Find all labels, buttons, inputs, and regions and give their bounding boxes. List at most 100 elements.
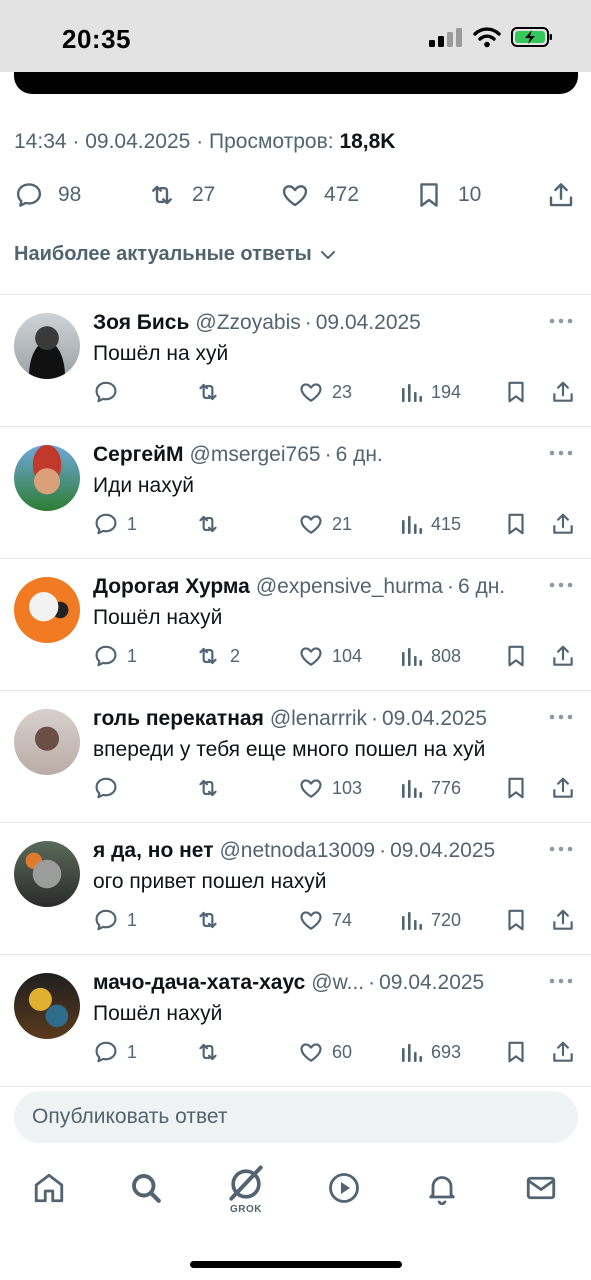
reply-share-button[interactable] <box>550 1037 576 1067</box>
reply-item[interactable]: Дорогая Хурма @expensive_hurma · 6 дн. П… <box>0 559 591 690</box>
reply-views-button[interactable]: 808 <box>401 641 461 671</box>
reply-item[interactable]: мачо-дача-хата-хаус @w... · 09.04.2025 П… <box>0 955 591 1086</box>
reply-repost-button[interactable] <box>194 509 230 539</box>
bookmark-icon <box>503 1039 529 1065</box>
reply-like-button[interactable]: 60 <box>298 1037 352 1067</box>
nav-notifications[interactable] <box>412 1170 472 1226</box>
post-views-label: Просмотров: <box>209 130 334 153</box>
reply-author-handle[interactable]: @Zzoyabis <box>195 311 300 335</box>
reply-repost-button[interactable]: 2 <box>194 641 240 671</box>
reply-text: ого привет пошел нахуй <box>93 870 327 893</box>
sort-label: Наиболее актуальные ответы <box>14 243 312 265</box>
reply-bookmark-button[interactable] <box>503 377 529 407</box>
reply-reply-button[interactable]: 1 <box>93 905 137 935</box>
reply-author-name[interactable]: я да, но нет <box>93 839 213 863</box>
reply-like-button[interactable]: 103 <box>298 773 362 803</box>
reply-repost-button[interactable] <box>194 773 230 803</box>
reply-bookmark-button[interactable] <box>503 509 529 539</box>
reply-reply-button[interactable]: 1 <box>93 641 137 671</box>
reply-author-name[interactable]: мачо-дача-хата-хаус <box>93 971 305 995</box>
reply-like-button[interactable]: 74 <box>298 905 352 935</box>
reply-views-button[interactable]: 720 <box>401 905 461 935</box>
reply-more-button[interactable] <box>549 317 573 325</box>
reply-author-name[interactable]: голь перекатная <box>93 707 264 731</box>
reply-item[interactable]: я да, но нет @netnoda13009 · 09.04.2025 … <box>0 823 591 954</box>
reply-reply-button[interactable] <box>93 377 127 407</box>
nav-home[interactable] <box>19 1170 79 1226</box>
reply-like-button[interactable]: 23 <box>298 377 352 407</box>
bookmark-icon <box>414 180 444 210</box>
reply-views-button[interactable]: 693 <box>401 1037 461 1067</box>
reply-like-button[interactable]: 104 <box>298 641 362 671</box>
reply-bookmark-button[interactable] <box>503 1037 529 1067</box>
reply-author-name[interactable]: Дорогая Хурма <box>93 575 250 599</box>
sort-dropdown[interactable]: Наиболее актуальные ответы <box>14 243 338 266</box>
post-like-button[interactable]: 472 <box>280 174 359 216</box>
reply-item[interactable]: голь перекатная @lenarrrik · 09.04.2025 … <box>0 691 591 822</box>
nav-grok-label: GROK <box>230 1204 262 1215</box>
reply-item[interactable]: Зоя Бись @Zzoyabis · 09.04.2025 Пошёл на… <box>0 295 591 426</box>
avatar[interactable] <box>14 973 80 1039</box>
heart-icon <box>298 643 324 669</box>
reply-author-handle[interactable]: @w... <box>311 971 364 995</box>
reply-bookmark-button[interactable] <box>503 773 529 803</box>
reply-repost-button[interactable] <box>194 1037 230 1067</box>
reply-author-handle[interactable]: @expensive_hurma <box>256 575 443 599</box>
post-bookmark-button[interactable]: 10 <box>414 174 481 216</box>
separator-dot: · <box>379 839 387 862</box>
reply-reply-button[interactable] <box>93 773 127 803</box>
nav-video[interactable] <box>314 1170 374 1226</box>
reply-author-handle[interactable]: @msergei765 <box>190 443 321 467</box>
post-reply-button[interactable]: 98 <box>14 174 81 216</box>
reply-author-handle[interactable]: @netnoda13009 <box>219 839 375 863</box>
reply-more-button[interactable] <box>549 977 573 985</box>
reply-reply-button[interactable]: 1 <box>93 509 137 539</box>
reply-share-button[interactable] <box>550 509 576 539</box>
bookmark-icon <box>503 907 529 933</box>
reply-share-button[interactable] <box>550 377 576 407</box>
reply-more-button[interactable] <box>549 713 573 721</box>
reply-share-button[interactable] <box>550 773 576 803</box>
reply-author-name[interactable]: СергейМ <box>93 443 184 467</box>
media-preview[interactable] <box>14 72 578 94</box>
reply-bookmark-button[interactable] <box>503 641 529 671</box>
reply-reply-button[interactable]: 1 <box>93 1037 137 1067</box>
avatar[interactable] <box>14 313 80 379</box>
avatar[interactable] <box>14 709 80 775</box>
reply-like-count: 21 <box>332 513 353 534</box>
battery-charging-icon <box>511 26 553 48</box>
reply-views-button[interactable]: 194 <box>401 377 461 407</box>
avatar[interactable] <box>14 841 80 907</box>
nav-search[interactable] <box>116 1170 176 1226</box>
reply-date: 09.04.2025 <box>390 839 496 862</box>
post-share-button[interactable] <box>546 174 576 216</box>
cellular-signal-icon <box>429 27 463 47</box>
nav-messages[interactable] <box>511 1170 571 1226</box>
reply-views-button[interactable]: 776 <box>401 773 461 803</box>
reply-views-button[interactable]: 415 <box>401 509 461 539</box>
reply-item[interactable]: СергейМ @msergei765 · 6 дн. Иди нахуй 1 <box>0 427 591 558</box>
bar-chart-icon <box>401 644 423 668</box>
nav-grok[interactable]: GROK <box>216 1162 276 1218</box>
reply-views-count: 194 <box>431 381 462 402</box>
reply-more-button[interactable] <box>549 845 573 853</box>
reply-share-button[interactable] <box>550 905 576 935</box>
reply-author-handle[interactable]: @lenarrrik <box>270 707 367 731</box>
reply-share-button[interactable] <box>550 641 576 671</box>
reply-compose-input[interactable]: Опубликовать ответ <box>14 1091 578 1143</box>
reply-repost-button[interactable] <box>194 905 230 935</box>
avatar[interactable] <box>14 577 80 643</box>
reply-more-button[interactable] <box>549 581 573 589</box>
reply-like-button[interactable]: 21 <box>298 509 352 539</box>
reply-more-button[interactable] <box>549 449 573 457</box>
status-icons <box>429 26 553 48</box>
avatar[interactable] <box>14 445 80 511</box>
separator-dot: · <box>371 707 378 730</box>
reply-bookmark-button[interactable] <box>503 905 529 935</box>
reply-header: Зоя Бись @Zzoyabis · 09.04.2025 <box>93 311 538 335</box>
speech-bubble-icon <box>93 907 119 933</box>
reply-repost-button[interactable] <box>194 377 230 407</box>
post-repost-button[interactable]: 27 <box>146 174 215 216</box>
reply-author-name[interactable]: Зоя Бись <box>93 311 189 335</box>
post-actions: 98 27 472 10 <box>0 174 591 216</box>
